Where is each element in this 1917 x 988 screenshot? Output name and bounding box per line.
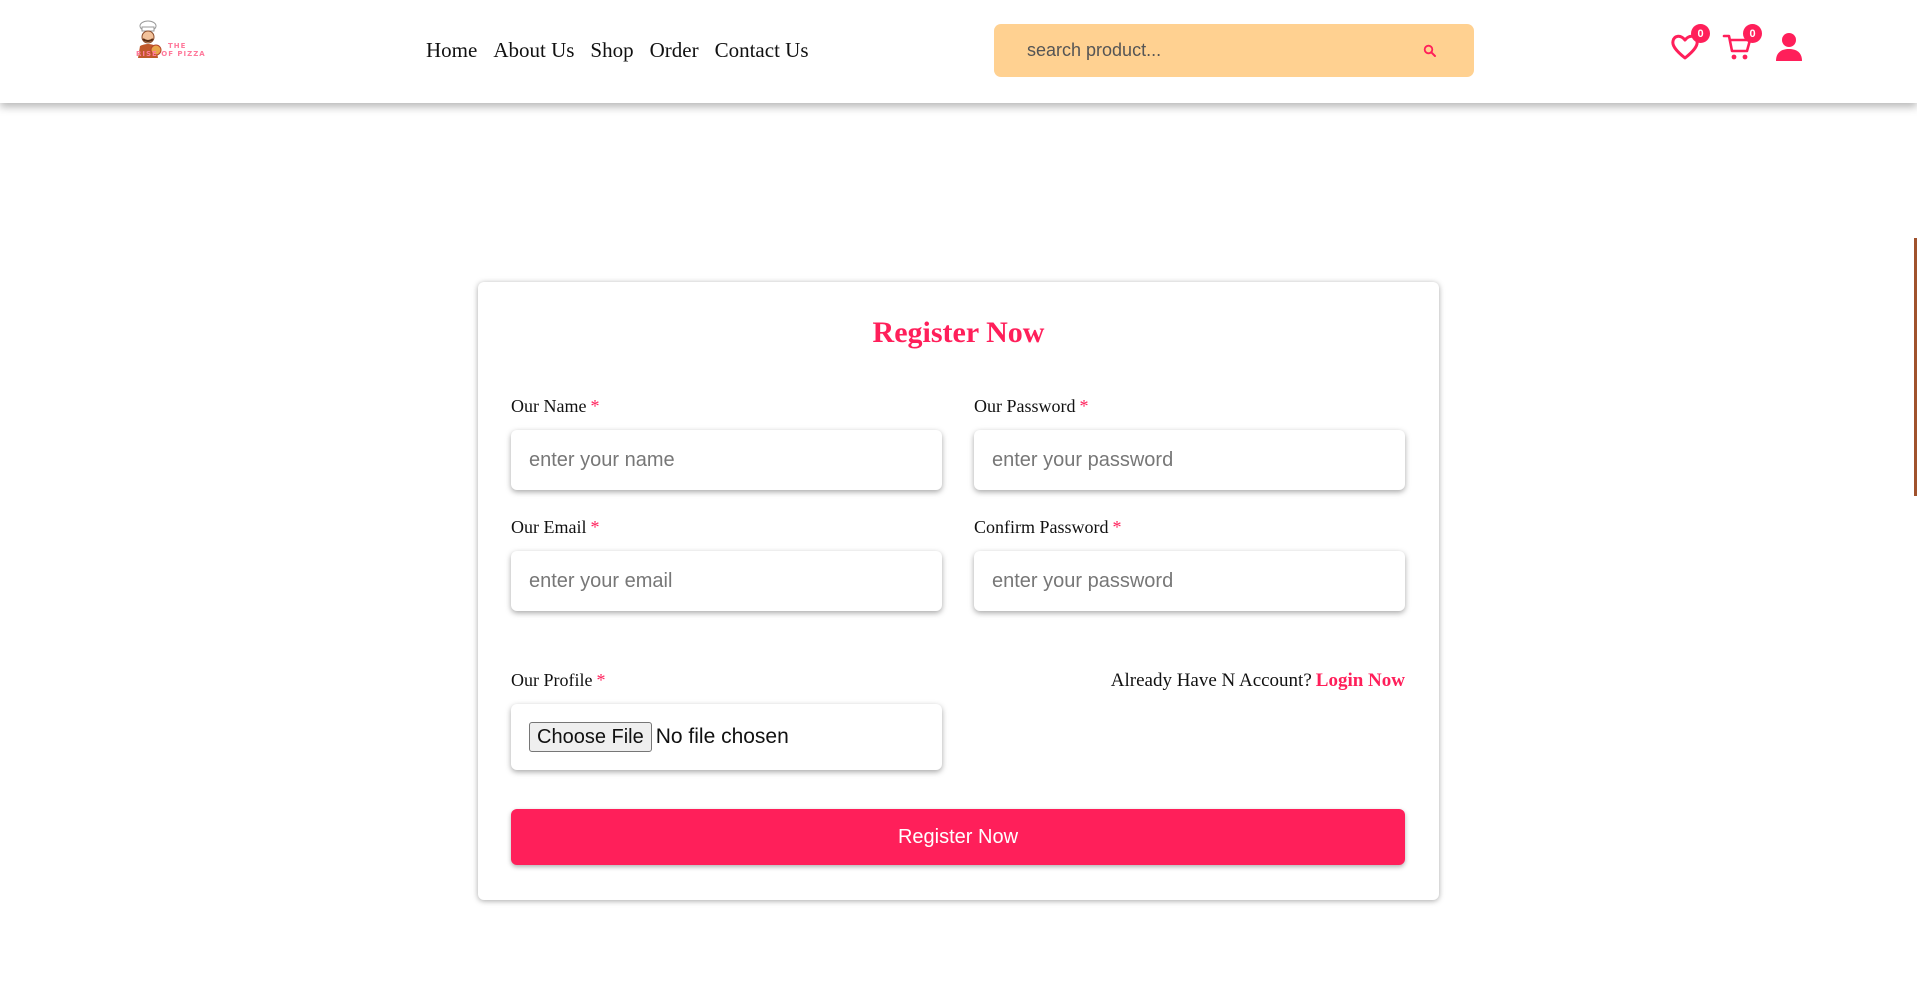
required-mark: * bbox=[1079, 396, 1089, 416]
search-icon bbox=[1423, 44, 1436, 57]
form-title: Register Now bbox=[872, 316, 1045, 349]
wishlist-button[interactable]: 0 bbox=[1668, 24, 1710, 64]
profile-label: Our Profile * bbox=[511, 670, 605, 691]
required-mark: * bbox=[1112, 517, 1122, 537]
email-label-text: Our Email bbox=[511, 517, 587, 537]
password-label-text: Our Password bbox=[974, 396, 1076, 416]
name-label: Our Name * bbox=[511, 396, 599, 417]
site-logo[interactable]: THE RISE OF PIZZA bbox=[134, 20, 220, 62]
confirm-password-input[interactable] bbox=[974, 551, 1405, 611]
confirm-password-label: Confirm Password * bbox=[974, 517, 1122, 538]
nav-order[interactable]: Order bbox=[650, 37, 699, 63]
header-icons: 0 0 bbox=[1668, 24, 1808, 70]
nav-shop[interactable]: Shop bbox=[590, 37, 633, 63]
nav-contact-us[interactable]: Contact Us bbox=[715, 37, 809, 63]
cart-count-badge: 0 bbox=[1743, 24, 1762, 43]
nav-home[interactable]: Home bbox=[426, 37, 477, 63]
profile-label-text: Our Profile bbox=[511, 670, 593, 690]
login-now-link[interactable]: Login Now bbox=[1316, 670, 1405, 691]
search-button[interactable] bbox=[1400, 24, 1460, 77]
search-input[interactable] bbox=[994, 24, 1400, 77]
profile-file-input[interactable]: Choose File No file chosen bbox=[511, 704, 942, 770]
cart-button[interactable]: 0 bbox=[1720, 24, 1762, 64]
required-mark: * bbox=[596, 670, 606, 690]
main-nav: Home About Us Shop Order Contact Us bbox=[426, 37, 809, 63]
search-bar bbox=[994, 24, 1474, 77]
required-mark: * bbox=[590, 396, 600, 416]
email-label: Our Email * bbox=[511, 517, 599, 538]
logo-text: THE RISE OF PIZZA bbox=[136, 42, 224, 58]
required-mark: * bbox=[590, 517, 600, 537]
register-button[interactable]: Register Now bbox=[511, 809, 1405, 865]
wishlist-count-badge: 0 bbox=[1691, 24, 1710, 43]
site-header: THE RISE OF PIZZA Home About Us Shop Ord… bbox=[0, 0, 1917, 103]
account-button[interactable] bbox=[1772, 30, 1806, 64]
login-prompt-text: Already Have N Account? bbox=[1110, 670, 1312, 691]
password-label: Our Password * bbox=[974, 396, 1089, 417]
logo-text-line2: RISE OF PIZZA bbox=[136, 50, 206, 58]
password-input[interactable] bbox=[974, 430, 1405, 490]
name-label-text: Our Name bbox=[511, 396, 587, 416]
file-status: No file chosen bbox=[655, 725, 789, 748]
choose-file-button[interactable]: Choose File bbox=[529, 722, 652, 752]
nav-about-us[interactable]: About Us bbox=[493, 37, 574, 63]
login-prompt: Already Have N Account? Login Now bbox=[1111, 670, 1405, 692]
user-icon bbox=[1776, 33, 1802, 61]
name-input[interactable] bbox=[511, 430, 942, 490]
logo-text-line1: THE bbox=[168, 42, 187, 50]
email-input[interactable] bbox=[511, 551, 942, 611]
confirm-password-label-text: Confirm Password bbox=[974, 517, 1109, 537]
register-form: Register Now Our Name* Our Password* Our… bbox=[478, 282, 1439, 900]
